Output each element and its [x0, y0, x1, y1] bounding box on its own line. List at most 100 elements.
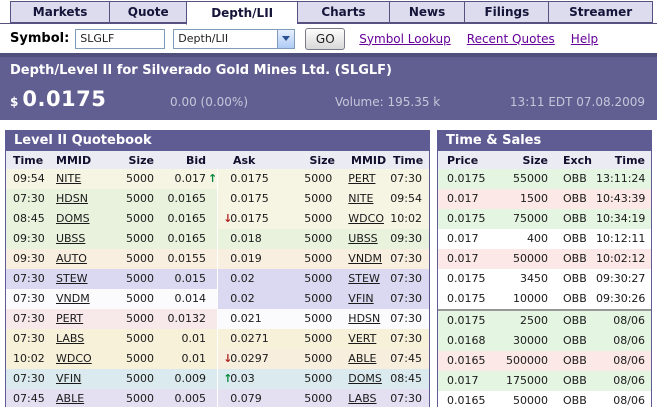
bid-mmid-link[interactable]: VNDM — [56, 289, 110, 309]
bid-mmid-link[interactable]: PERT — [56, 309, 110, 329]
bid-size: 5000 — [126, 312, 154, 325]
bid-mmid-link[interactable]: AUTO — [56, 249, 110, 269]
bid-size: 5000 — [126, 212, 154, 225]
bid-time: 07:30 — [13, 372, 45, 385]
bid-mmid-link[interactable]: UBSS — [56, 229, 110, 249]
level2-row: 09:54 NITE 5000 0.017 ↑ 0.0175 5000 PERT 07:30 — [6, 169, 429, 189]
bid-time: 07:30 — [13, 192, 45, 205]
bid-price: 0.01 — [181, 332, 207, 345]
main-nav: Markets Quote Depth/LII Charts News Fili… — [0, 0, 657, 25]
bid-price: 0.015 — [174, 272, 207, 285]
tab-charts[interactable]: Charts — [297, 1, 389, 23]
down-arrow-icon: ↓ — [223, 352, 231, 365]
ask-size: 5000 — [304, 272, 333, 285]
bid-mmid-link[interactable]: WDCO — [56, 349, 110, 369]
bid-mmid-link[interactable]: HDSN — [56, 189, 110, 209]
ask-size: 5000 — [304, 192, 333, 205]
tab-filings[interactable]: Filings — [464, 1, 549, 23]
ask-time: 07:30 — [390, 292, 422, 305]
ask-mmid-link[interactable]: VERT — [332, 329, 390, 349]
help-link[interactable]: Help — [571, 32, 598, 46]
symbol-lookup-link[interactable]: Symbol Lookup — [359, 32, 450, 46]
ask-mmid-link[interactable]: PERT — [332, 169, 390, 189]
col-size: Size — [522, 153, 548, 167]
tab-depth-lii[interactable]: Depth/LII — [186, 1, 298, 25]
trade-time: 13:11:24 — [596, 172, 646, 185]
ask-time: 07:30 — [390, 272, 422, 285]
bid-size: 5000 — [126, 352, 154, 365]
ask-mmid-link[interactable]: UBSS — [332, 229, 390, 249]
trade-price: 0.017 — [447, 374, 479, 387]
ask-time: 09:54 — [390, 192, 422, 205]
level2-row: 08:45 DOMS 5000 0.0165 ↓ 0.0175 5000 WDCO 10:02 — [6, 209, 429, 229]
trade-exch: OBB — [563, 314, 587, 327]
bid-mmid-link[interactable]: ABLE — [56, 389, 110, 407]
tab-quote[interactable]: Quote — [109, 1, 187, 23]
time-sales-panel: Time & Sales Price Size Exch Time 0.0175… — [437, 130, 652, 407]
col-price: Price — [447, 153, 479, 167]
level2-row: 07:30 PERT 5000 0.0132 0.021 5000 HDSN 07:30 — [6, 309, 429, 329]
tab-markets[interactable]: Markets — [10, 1, 110, 23]
bid-mmid-link[interactable]: DOMS — [56, 209, 110, 229]
bid-size: 5000 — [126, 332, 154, 345]
price-value: 0.0175 — [22, 87, 107, 111]
bid-time: 09:30 — [13, 252, 45, 265]
trade-size: 10000 — [513, 292, 548, 305]
ask-size: 5000 — [304, 212, 333, 225]
bid-price: 0.0165 — [167, 232, 207, 245]
up-arrow-icon: ↑ — [208, 172, 217, 185]
ask-mmid-link[interactable]: WDCO — [332, 209, 390, 229]
col-size-ask: Size — [309, 153, 335, 167]
ask-time: 07:30 — [390, 332, 422, 345]
trade-size: 2500 — [520, 314, 548, 327]
recent-quotes-link[interactable]: Recent Quotes — [467, 32, 555, 46]
ask-mmid-link[interactable]: VFIN — [332, 289, 390, 309]
ask-mmid-link[interactable]: ABLE — [332, 349, 390, 369]
ask-size: 5000 — [304, 252, 333, 265]
go-button[interactable]: GO — [305, 27, 346, 50]
currency-symbol: $ — [10, 95, 19, 109]
bid-mmid-link[interactable]: NITE — [56, 169, 110, 189]
ask-mmid-link[interactable]: LABS — [332, 389, 390, 407]
symbol-input[interactable] — [75, 28, 166, 49]
view-select[interactable]: Depth/LII — [173, 28, 296, 49]
ask-mmid-link[interactable]: NITE — [332, 189, 390, 209]
trade-price: 0.0175 — [447, 272, 486, 285]
bid-time: 07:45 — [13, 392, 45, 405]
ask-price: 0.0175 — [230, 192, 269, 205]
ts-row: 0.0165 50000 OBB 08/06 — [438, 391, 651, 407]
content: Level II Quotebook Time MMID Size Bid As… — [0, 120, 657, 407]
bid-time: 07:30 — [13, 292, 45, 305]
ask-mmid-link[interactable]: DOMS — [332, 369, 390, 389]
trade-time: 10:02:12 — [596, 252, 646, 265]
trade-size: 30000 — [513, 334, 548, 347]
ts-row: 0.0165 500000 OBB 08/06 — [438, 351, 651, 371]
trade-price: 0.0175 — [447, 292, 486, 305]
chevron-down-icon[interactable] — [277, 29, 295, 48]
ts-row: 0.017 1500 OBB 10:43:39 — [438, 189, 651, 209]
ask-mmid-link[interactable]: STEW — [332, 269, 390, 289]
ts-row: 0.0168 30000 OBB 08/06 — [438, 331, 651, 351]
ask-mmid-link[interactable]: HDSN — [332, 309, 390, 329]
tab-news[interactable]: News — [388, 1, 465, 23]
col-time-bid: Time — [13, 153, 44, 167]
bid-mmid-link[interactable]: LABS — [56, 329, 110, 349]
trade-exch: OBB — [563, 354, 587, 367]
ask-size: 5000 — [304, 232, 333, 245]
bid-size: 5000 — [126, 292, 154, 305]
tab-streamer[interactable]: Streamer — [548, 1, 653, 23]
col-mmid-bid: MMID — [56, 153, 92, 167]
bid-size: 5000 — [126, 252, 154, 265]
trade-exch: OBB — [563, 252, 587, 265]
trade-price: 0.0175 — [447, 212, 486, 225]
bid-mmid-link[interactable]: STEW — [56, 269, 110, 289]
bid-mmid-link[interactable]: VFIN — [56, 369, 110, 389]
ask-price: 0.079 — [230, 392, 262, 405]
trade-time: 10:34:19 — [596, 212, 646, 225]
ask-mmid-link[interactable]: VNDM — [332, 249, 390, 269]
ask-price: 0.019 — [230, 252, 262, 265]
level2-row: 07:30 STEW 5000 0.015 0.02 5000 STEW 07:30 — [6, 269, 429, 289]
trade-size: 50000 — [513, 252, 548, 265]
ask-price: 0.03 — [230, 372, 255, 385]
level2-row: 09:30 AUTO 5000 0.0155 0.019 5000 VNDM 07:30 — [6, 249, 429, 269]
